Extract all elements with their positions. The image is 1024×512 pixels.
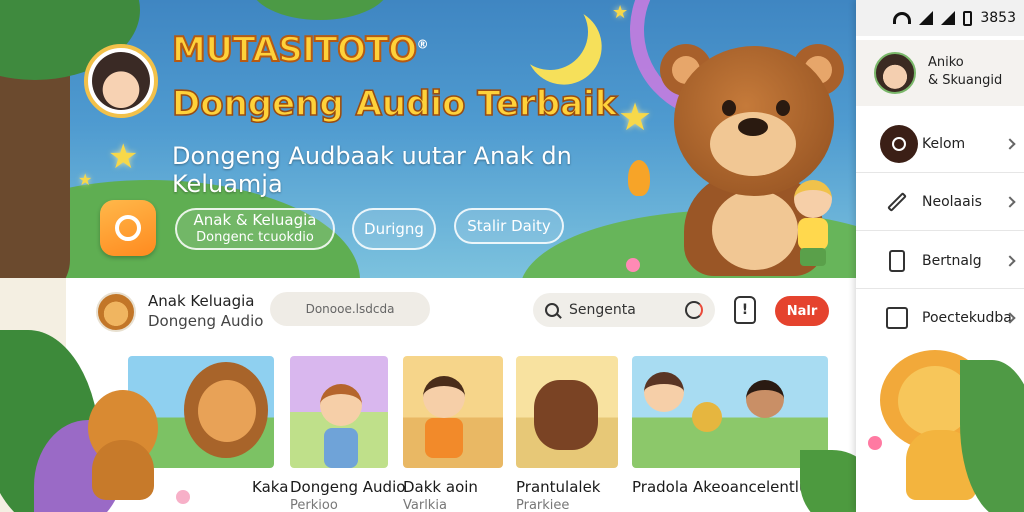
status-time: 3853 <box>980 10 1016 26</box>
hero-button-label: Stalir Daity <box>467 216 551 235</box>
registered-mark: ® <box>416 37 429 52</box>
sidebar-item-label: Bertnalg <box>922 253 982 269</box>
divider <box>856 230 1024 231</box>
hero-headline: Dongeng Audio Terbaik <box>171 83 618 125</box>
sidebar-item-kelom[interactable]: Kelom <box>856 116 1024 172</box>
sidebar-item-poectekudba[interactable]: Poectekudba <box>856 290 1024 346</box>
flower-decoration <box>626 258 640 272</box>
hero-banner: ★ ★ ★ ★ MUTASITOTO® Dongeng Audio Terbai… <box>0 0 860 278</box>
hero-subline: Dongeng Audbaak uutar Anak dn Keluamja <box>172 142 572 198</box>
child-character <box>788 180 838 266</box>
moon-icon <box>506 0 594 76</box>
category-pill[interactable]: Donooe.lsdcda <box>270 292 430 326</box>
star-icon: ★ <box>618 95 653 139</box>
card-subtitle: Prarkiee <box>516 498 570 512</box>
story-card[interactable] <box>290 356 388 468</box>
divider <box>856 172 1024 173</box>
card-title[interactable]: Pradola Akeoancelentlus <box>632 478 816 496</box>
card-title[interactable]: Prantulalek <box>516 478 600 496</box>
hero-avatar[interactable] <box>84 44 158 118</box>
lion-cub-illustration <box>692 402 722 432</box>
card-subtitle: Perkioo <box>290 498 338 512</box>
notification-icon[interactable]: ! <box>734 296 756 324</box>
sidebar-item-neolaais[interactable]: Neolaais <box>856 174 1024 230</box>
search-icon <box>545 303 559 317</box>
sidebar-item-bertnalg[interactable]: Bertnalg <box>856 233 1024 289</box>
sidebar-item-label: Poectekudba <box>922 310 1012 326</box>
card-overflow-label: Kaka <box>252 478 289 496</box>
brand-name: MUTASITOTO <box>171 29 418 71</box>
chevron-right-icon <box>1004 196 1016 208</box>
document-icon <box>880 244 914 278</box>
flower-decoration <box>868 436 882 450</box>
sidebar-item-label: Kelom <box>922 136 966 152</box>
story-card[interactable] <box>403 356 503 468</box>
search-input[interactable]: Sengenta <box>569 302 636 318</box>
profile-subtitle: Dongeng Audio <box>148 312 264 330</box>
speech-bubble-icon <box>115 215 141 241</box>
account-subtitle: & Skuangid <box>928 73 1003 88</box>
tree-canopy <box>250 0 390 20</box>
account-avatar <box>874 52 916 94</box>
tulip-decoration <box>628 160 650 196</box>
divider <box>856 288 1024 289</box>
pen-icon <box>880 185 914 219</box>
child-illustration <box>320 384 362 426</box>
star-icon: ★ <box>612 2 629 23</box>
flower-decoration <box>176 490 190 504</box>
child-avatar-icon <box>92 52 150 110</box>
profile-avatar[interactable] <box>96 292 136 332</box>
account-name: Aniko <box>928 55 964 70</box>
wifi-icon <box>893 12 912 24</box>
story-card[interactable] <box>632 356 828 468</box>
hero-button-daily[interactable]: Stalir Daity <box>454 208 564 244</box>
battery-icon <box>963 10 973 26</box>
hero-button-stories[interactable]: Durigng <box>352 208 436 250</box>
account-header[interactable]: Aniko & Skuangid <box>856 40 1024 106</box>
sidebar-item-label: Neolaais <box>922 194 982 210</box>
child-illustration <box>644 372 684 412</box>
signal-icon <box>919 11 934 25</box>
chevron-right-icon <box>1004 138 1016 150</box>
hero-button-family[interactable]: Anak & Keluagia Dongenc tcuokdio <box>175 208 335 250</box>
microphone-icon[interactable] <box>685 301 703 319</box>
card-title[interactable]: Dongeng Audio <box>290 478 405 496</box>
card-subtitle: Varlkia <box>403 498 447 512</box>
app-icon[interactable] <box>100 200 156 256</box>
story-card[interactable] <box>516 356 618 468</box>
star-icon: ★ <box>78 170 93 189</box>
search-bar[interactable]: Sengenta <box>533 293 715 327</box>
hero-button-label: Durigng <box>364 219 424 238</box>
profile-name: Anak Keluagia <box>148 292 255 310</box>
child-illustration <box>746 380 784 418</box>
edit-box-icon <box>880 301 914 335</box>
chevron-right-icon <box>1004 255 1016 267</box>
cta-button[interactable]: Nalr <box>775 296 829 326</box>
signal-icon <box>941 11 956 25</box>
star-icon: ★ <box>108 137 139 177</box>
brand-logo: MUTASITOTO® <box>171 29 429 71</box>
status-bar: 3853 <box>856 0 1024 36</box>
card-title[interactable]: Dakk aoin <box>403 478 478 496</box>
app-screen: ★ ★ ★ ★ MUTASITOTO® Dongeng Audio Terbai… <box>0 0 1024 512</box>
hero-button-label: Anak & Keluagia <box>193 211 317 229</box>
search-icon <box>880 125 918 163</box>
hero-button-sublabel: Dongenc tcuokdio <box>196 230 314 245</box>
child-illustration <box>423 376 465 418</box>
bear-illustration <box>534 380 598 450</box>
